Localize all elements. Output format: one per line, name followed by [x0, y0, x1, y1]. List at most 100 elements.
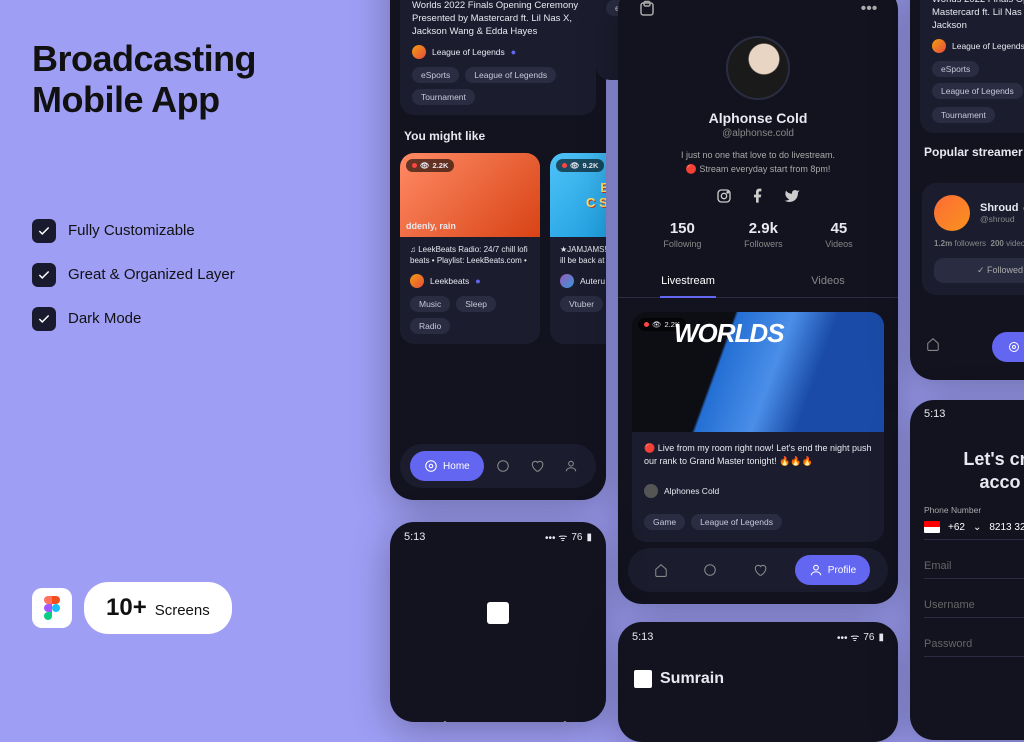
- chip[interactable]: League of Legends: [465, 67, 556, 83]
- profile-handle: @alphonse.cold: [618, 128, 898, 139]
- chip[interactable]: Tournament: [412, 89, 475, 105]
- section-heading: Popular streamer: [910, 141, 1024, 169]
- streamer-handle: @shroud: [980, 214, 1024, 224]
- field-label: Phone Number: [924, 505, 1024, 515]
- stream-card[interactable]: 👁 2.2Kddenly, rain ♫ LeekBeats Radio: 24…: [400, 153, 540, 344]
- screen-brand: 5:13 ••• ᯤ 76▮ Sumrain: [618, 622, 898, 742]
- author-name: Leekbeats: [430, 276, 469, 286]
- tab-livestream[interactable]: Livestream: [618, 265, 758, 297]
- feature-item: Fully Customizable: [32, 219, 352, 243]
- status-icons: ••• ᯤ 76▮: [837, 630, 884, 644]
- profile-name: Alphonse Cold: [618, 110, 898, 126]
- nav-profile[interactable]: Profile: [795, 555, 870, 585]
- screens-count: 10+: [106, 594, 147, 622]
- nav-home[interactable]: [926, 337, 940, 356]
- verified-icon: ●: [511, 47, 516, 57]
- instagram-icon[interactable]: [716, 188, 732, 204]
- stream-description: 🔴 Live from my room right now! Let's end…: [632, 432, 884, 477]
- chip[interactable]: Music: [410, 296, 450, 312]
- streamer-avatar: [934, 195, 970, 231]
- email-field[interactable]: Email: [924, 552, 1024, 579]
- dial-code: +62: [948, 522, 965, 533]
- author-name: Auteru: [580, 276, 605, 286]
- back-icon[interactable]: [634, 0, 660, 22]
- nav-home[interactable]: Home: [410, 451, 484, 481]
- status-time: 5:13: [632, 631, 653, 643]
- stat-followers[interactable]: 2.9kFollowers: [744, 220, 783, 249]
- stat-following[interactable]: 150Following: [663, 220, 701, 249]
- phone-value: 8213 322: [989, 522, 1024, 533]
- chip[interactable]: Tournament: [932, 107, 995, 123]
- brand-logo: [634, 670, 652, 688]
- feature-list: Fully Customizable Great & Organized Lay…: [32, 219, 352, 331]
- signup-heading: Let's creacco: [910, 428, 1024, 493]
- nav-favorites[interactable]: [745, 555, 775, 585]
- nav-profile[interactable]: [556, 451, 586, 481]
- discover-button[interactable]: Discove: [992, 332, 1024, 362]
- screen-welcome: 5:13••• ᯤ 76▮ Welcome to Sumrain: [390, 522, 606, 722]
- screens-label: Screens: [155, 602, 210, 619]
- check-icon: [32, 263, 56, 287]
- feature-label: Great & Organized Layer: [68, 266, 235, 283]
- nav-home[interactable]: [646, 555, 676, 585]
- screens-badge: 10+ Screens: [84, 582, 232, 634]
- feed-card[interactable]: Worlds 2022 Finals Opening Ceremony Pres…: [400, 0, 596, 115]
- streamer-name: Shroud: [980, 202, 1019, 214]
- screen-feed: Worlds 2022 Finals Opening Ceremony Pres…: [390, 0, 606, 500]
- bottom-nav: Profile: [628, 548, 888, 592]
- avatar: [644, 484, 658, 498]
- streamer-card[interactable]: Shroud● @shroud 1.2m followers 200 video…: [922, 183, 1024, 295]
- brand-name: Sumrain: [660, 670, 724, 688]
- section-heading: You might like: [390, 125, 606, 153]
- chip[interactable]: eSports: [412, 67, 459, 83]
- more-icon[interactable]: •••: [856, 0, 882, 22]
- avatar: [412, 45, 426, 59]
- chip[interactable]: Game: [644, 514, 685, 530]
- chip[interactable]: Sleep: [456, 296, 496, 312]
- bottom-nav: Home: [400, 444, 596, 488]
- thumb-overlay: ddenly, rain: [406, 221, 456, 231]
- twitter-icon[interactable]: [784, 188, 800, 204]
- chip[interactable]: Vtuber: [560, 296, 603, 312]
- facebook-icon[interactable]: [750, 188, 766, 204]
- screen-signup: 5:13 Let's creacco Phone Number +62 ⌄ 82…: [910, 400, 1024, 740]
- card-title: Worlds 2022 Finals Opening Ceremony Pres…: [412, 0, 584, 38]
- status-icons: ••• ᯤ 76▮: [545, 530, 592, 544]
- author-name: League of Legends: [952, 41, 1024, 51]
- username-field[interactable]: Username: [924, 591, 1024, 618]
- brand-logo: [487, 602, 509, 624]
- chip[interactable]: League of Legends: [691, 514, 782, 530]
- feature-item: Dark Mode: [32, 307, 352, 331]
- stream-card[interactable]: 👁 9.2KERU'SC STREAM ★JAMJAMS! TREAMATHON…: [550, 153, 606, 344]
- followed-button[interactable]: ✓ Followed: [934, 258, 1024, 283]
- password-field[interactable]: Password: [924, 630, 1024, 657]
- stream-title: ♫ LeekBeats Radio: 24/7 chill lofi beats…: [410, 245, 530, 267]
- avatar: [932, 39, 946, 53]
- profile-avatar[interactable]: [726, 36, 790, 100]
- flag-icon: [924, 521, 940, 533]
- stream-overlay: WORLDS: [674, 318, 784, 349]
- welcome-heading: Welcome to Sumrain: [390, 720, 606, 722]
- feature-label: Dark Mode: [68, 310, 141, 327]
- nav-favorites[interactable]: [522, 451, 552, 481]
- figma-icon: [32, 588, 72, 628]
- card-title: Worlds 2022 Finals Opening Ce Mastercard…: [932, 0, 1024, 32]
- phone-input[interactable]: +62 ⌄ 8213 322: [924, 521, 1024, 540]
- screen-discover: Worlds 2022 Finals Opening Ce Mastercard…: [910, 0, 1024, 380]
- feed-card[interactable]: Worlds 2022 Finals Opening Ce Mastercard…: [920, 0, 1024, 133]
- chip[interactable]: League of Legends: [932, 83, 1023, 99]
- check-icon: [32, 219, 56, 243]
- chevron-down-icon[interactable]: ⌄: [973, 522, 981, 533]
- nav-discover[interactable]: [695, 555, 725, 585]
- feature-label: Fully Customizable: [68, 222, 195, 239]
- avatar: [410, 274, 424, 288]
- check-icon: [32, 307, 56, 331]
- nav-discover[interactable]: [488, 451, 518, 481]
- profile-bio: I just no one that love to do livestream…: [618, 149, 898, 176]
- avatar: [560, 274, 574, 288]
- chip[interactable]: eSports: [932, 61, 979, 77]
- stream-card[interactable]: 👁 2.2K WORLDS 🔴 Live from my room right …: [632, 312, 884, 542]
- stat-videos[interactable]: 45Videos: [825, 220, 852, 249]
- chip[interactable]: Radio: [410, 318, 450, 334]
- tab-videos[interactable]: Videos: [758, 265, 898, 297]
